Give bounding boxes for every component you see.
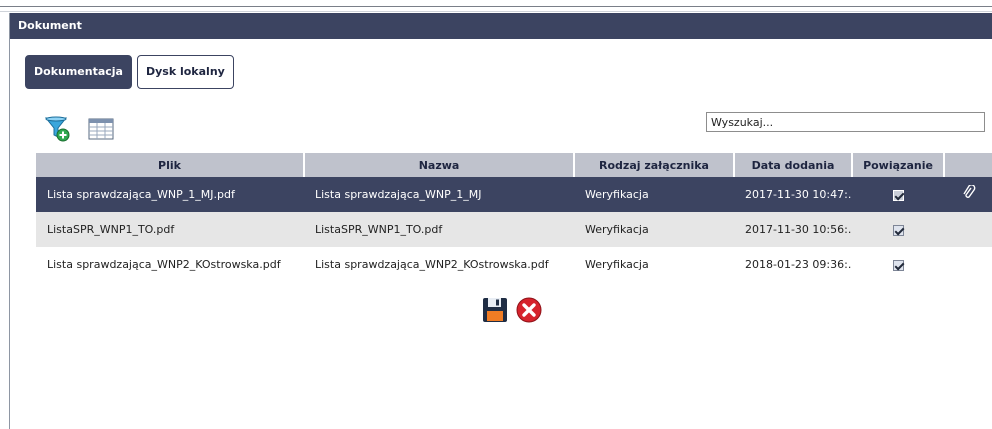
- cell-data: 2017-11-30 10:56:...: [734, 212, 852, 247]
- cell-plik: Lista sprawdzająca_WNP_1_MJ.pdf: [36, 177, 304, 212]
- cell-actions: [944, 247, 992, 282]
- column-header-actions: [944, 153, 992, 177]
- cell-powiazanie: [852, 247, 944, 282]
- powiazanie-checkbox[interactable]: [892, 259, 904, 271]
- cell-data: 2018-01-23 09:36:...: [734, 247, 852, 282]
- table-row[interactable]: Lista sprawdzająca_WNP2_KOstrowska.pdf L…: [36, 247, 992, 282]
- action-bar: [482, 297, 542, 323]
- column-header-rodzaj[interactable]: Rodzaj załącznika: [574, 153, 735, 177]
- cell-data: 2017-11-30 10:47:...: [734, 177, 852, 212]
- cell-plik: ListaSPR_WNP1_TO.pdf: [36, 212, 304, 247]
- search-input[interactable]: [706, 112, 985, 132]
- column-header-data[interactable]: Data dodania: [734, 153, 853, 177]
- floppy-disk-icon[interactable]: [482, 297, 508, 323]
- documents-table: Plik Nazwa Rodzaj załącznika Data dodani…: [36, 153, 992, 282]
- cell-actions: [944, 177, 992, 212]
- window-title: Dokument: [10, 13, 992, 39]
- background-strip: [0, 0, 992, 12]
- column-header-nazwa[interactable]: Nazwa: [304, 153, 575, 177]
- tab-dysk-lokalny[interactable]: Dysk lokalny: [136, 55, 234, 89]
- cell-rodzaj: Weryfikacja: [574, 247, 734, 282]
- table-columns-icon[interactable]: [88, 118, 114, 144]
- cell-powiazanie: [852, 177, 944, 212]
- table-row[interactable]: Lista sprawdzająca_WNP_1_MJ.pdf Lista sp…: [36, 177, 992, 212]
- cell-rodzaj: Weryfikacja: [574, 212, 734, 247]
- tab-dokumentacja[interactable]: Dokumentacja: [25, 55, 132, 89]
- cell-nazwa: ListaSPR_WNP1_TO.pdf: [304, 212, 574, 247]
- table-header-row: Plik Nazwa Rodzaj załącznika Data dodani…: [36, 153, 992, 177]
- powiazanie-checkbox[interactable]: [892, 224, 904, 236]
- documents-panel: Plik Nazwa Rodzaj załącznika Data dodani…: [36, 101, 992, 429]
- document-window: Dokument Dokumentacja Dysk lokalny Wyszu…: [9, 13, 992, 429]
- column-header-plik[interactable]: Plik: [36, 153, 305, 177]
- cell-nazwa: Lista sprawdzająca_WNP_1_MJ: [304, 177, 574, 212]
- tab-bar: Dokumentacja Dysk lokalny: [25, 55, 234, 89]
- red-x-icon[interactable]: [516, 297, 542, 323]
- powiazanie-checkbox[interactable]: [892, 189, 904, 201]
- divider: [0, 6, 992, 7]
- paperclip-icon[interactable]: [962, 184, 976, 199]
- cell-powiazanie: [852, 212, 944, 247]
- cell-plik: Lista sprawdzająca_WNP2_KOstrowska.pdf: [36, 247, 304, 282]
- cell-actions: [944, 212, 992, 247]
- table-row[interactable]: ListaSPR_WNP1_TO.pdf ListaSPR_WNP1_TO.pd…: [36, 212, 992, 247]
- column-header-powiazanie[interactable]: Powiązanie: [852, 153, 945, 177]
- cell-rodzaj: Weryfikacja: [574, 177, 734, 212]
- cell-nazwa: Lista sprawdzająca_WNP2_KOstrowska.pdf: [304, 247, 574, 282]
- filter-add-icon[interactable]: [44, 115, 70, 142]
